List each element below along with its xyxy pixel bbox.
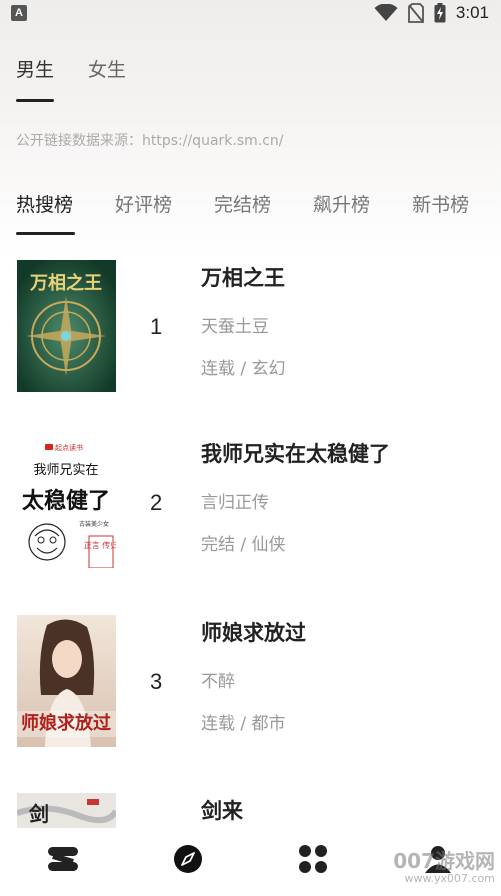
rank-number: 2 <box>150 490 163 515</box>
cover-badge-text: 起点读书 <box>55 443 83 452</box>
nav-bookshelf[interactable] <box>33 834 93 884</box>
book-item[interactable]: 剑 剑来 <box>0 791 501 828</box>
book-status-genre: 完结 / 仙侠 <box>201 535 286 555</box>
status-bar: A 3:01 <box>0 0 501 28</box>
notification-a-icon: A <box>11 5 27 21</box>
tab-top-rated[interactable]: 好评榜 <box>115 190 172 236</box>
book-cover: 万相之王 <box>17 260 116 392</box>
tab-female[interactable]: 女生 <box>88 55 126 103</box>
book-cover: 师娘求放过 <box>17 615 116 747</box>
book-cover: 起点读书 我师兄实在 太稳健了 古装美少女 正言 传归 <box>17 436 116 568</box>
watermark: 007游戏网 www.yx007.com <box>393 851 495 888</box>
book-item[interactable]: 起点读书 我师兄实在 太稳健了 古装美少女 正言 传归 2 我师兄实在太稳健了 … <box>0 434 501 574</box>
category-grid-icon <box>299 845 328 873</box>
discover-compass-icon <box>173 845 202 873</box>
book-author: 不醉 <box>201 672 235 692</box>
cover-big-text: 太稳健了 <box>22 488 110 514</box>
book-author: 天蚕土豆 <box>201 317 269 337</box>
book-item[interactable]: 万相之王 1 万相之王 天蚕土豆 连载 / 玄幻 <box>0 258 501 398</box>
book-status-genre: 连载 / 都市 <box>201 714 286 734</box>
tab-hot-search[interactable]: 热搜榜 <box>16 190 76 236</box>
book-item[interactable]: 师娘求放过 3 师娘求放过 不醉 连载 / 都市 <box>0 613 501 753</box>
status-time: 3:01 <box>455 3 489 22</box>
no-sim-icon <box>408 3 424 23</box>
tab-new-books[interactable]: 新书榜 <box>412 190 469 236</box>
cover-title-text: 剑 <box>28 802 49 826</box>
book-list: 万相之王 1 万相之王 天蚕土豆 连载 / 玄幻 起点读书 我师兄实在 太稳健了… <box>0 258 501 828</box>
battery-charging-icon <box>434 3 446 23</box>
nav-discover[interactable] <box>158 834 218 884</box>
ranking-tabs: 热搜榜 好评榜 完结榜 飙升榜 新书榜 <box>16 190 501 236</box>
book-title: 我师兄实在太稳健了 <box>201 442 390 466</box>
watermark-sub: www.yx007.com <box>404 872 495 885</box>
tab-male[interactable]: 男生 <box>16 55 55 103</box>
tab-completed[interactable]: 完结榜 <box>214 190 271 236</box>
bookshelf-icon <box>47 847 78 871</box>
book-status-genre: 连载 / 玄幻 <box>201 359 286 379</box>
wifi-icon <box>374 4 398 21</box>
tab-rising[interactable]: 飙升榜 <box>313 190 370 236</box>
cover-title-text: 师娘求放过 <box>21 712 111 734</box>
book-cover: 剑 <box>17 793 116 828</box>
book-author: 言归正传 <box>201 493 269 513</box>
nav-category[interactable] <box>283 834 343 884</box>
rank-number: 3 <box>150 669 163 694</box>
cover-side-text: 正言 传归 <box>84 540 116 550</box>
rank-number: 1 <box>150 314 163 339</box>
cover-small-text: 古装美少女 <box>79 520 109 528</box>
cover-title-text: 万相之王 <box>29 272 102 294</box>
cover-top-text: 我师兄实在 <box>33 463 98 478</box>
book-title: 师娘求放过 <box>201 621 306 645</box>
book-title: 剑来 <box>201 799 243 823</box>
book-title: 万相之王 <box>201 266 285 290</box>
gender-tabs: 男生 女生 <box>16 55 126 103</box>
data-source-note: 公开链接数据来源：https://quark.sm.cn/ <box>16 133 284 149</box>
